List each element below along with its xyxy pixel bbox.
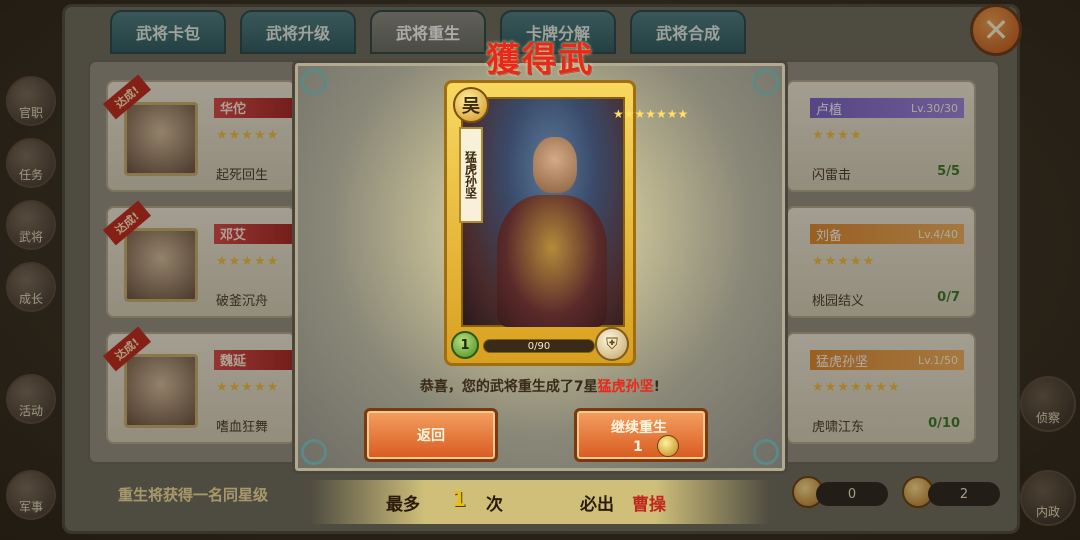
corner-ornament: [753, 69, 779, 95]
hero-figure-body: [497, 195, 607, 327]
rebirth-button-label: 继续重生: [611, 420, 667, 436]
card-exp-bar: 0/90: [483, 339, 595, 353]
back-button[interactable]: 返回: [364, 408, 498, 462]
most-value: 1: [452, 487, 466, 511]
hero-artwork: [461, 97, 625, 327]
shield-icon: ⛨: [595, 327, 629, 361]
corner-ornament: [753, 439, 779, 465]
hero-figure-head: [533, 137, 577, 193]
congrats-hero: 猛虎孙坚: [597, 379, 654, 395]
hero-card[interactable]: 吴 猛虎孙坚 ★★★★★★★ 1 0/90 ⛨: [444, 80, 688, 366]
back-button-label: 返回: [417, 428, 445, 444]
faction-badge: 吴: [453, 87, 489, 123]
card-stars: ★★★★★★★: [613, 107, 688, 121]
congrats-message: 恭喜，您的武将重生成了7星猛虎孙坚!: [300, 376, 780, 396]
corner-ornament: [301, 439, 327, 465]
guarantee-label: 必出: [580, 495, 614, 515]
dialog-title: 獲得武將: [486, 40, 594, 129]
corner-ornament: [301, 69, 327, 95]
token-icon: [657, 435, 679, 457]
guarantee-hero: 曹操: [632, 495, 666, 515]
continue-rebirth-button[interactable]: 继续重生 1: [574, 408, 708, 462]
rebirth-guarantee-bar: 最多 1 次 必出 曹操: [310, 480, 770, 524]
most-label: 最多: [386, 495, 420, 515]
congrats-text: 恭喜，您的武将重生成了7星: [419, 379, 598, 395]
times-label: 次: [486, 495, 503, 515]
rebirth-cost: 1: [633, 439, 643, 455]
card-level: 1: [451, 331, 479, 359]
congrats-suffix: !: [653, 379, 661, 395]
card-hero-name: 猛虎孙坚: [459, 127, 483, 223]
